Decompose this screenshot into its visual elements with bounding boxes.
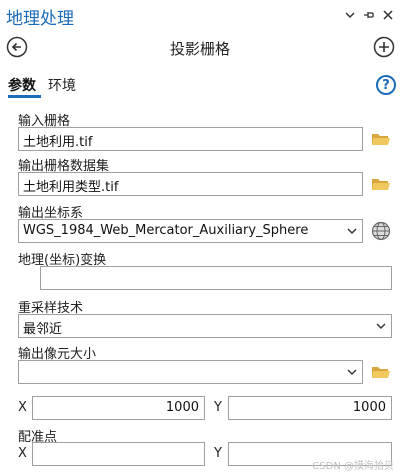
help-icon[interactable]: ?	[376, 75, 396, 95]
cell-size-x-value: 1000	[165, 400, 199, 415]
cell-size-dropdown[interactable]	[18, 360, 363, 384]
browse-output-dataset-button[interactable]	[371, 176, 391, 192]
cell-size-y-value: 1000	[352, 400, 386, 415]
coordinate-system-button[interactable]	[371, 221, 391, 241]
folder-icon	[372, 134, 390, 145]
chevron-down-icon	[347, 228, 357, 234]
browse-cell-size-button[interactable]	[371, 364, 391, 380]
tool-title: 投影栅格	[169, 40, 230, 58]
folder-icon	[372, 179, 390, 190]
tab-parameters[interactable]: 参数	[8, 75, 36, 95]
pin-icon[interactable]	[361, 7, 377, 23]
output-dataset-value: 土地利用类型.tif	[23, 180, 119, 195]
watermark: CSDN @摸海拾贝	[312, 461, 394, 472]
add-button[interactable]	[373, 36, 395, 58]
globe-icon	[371, 221, 391, 241]
cell-size-x-input[interactable]: 1000	[32, 396, 205, 420]
resampling-value: 最邻近	[23, 322, 63, 337]
folder-icon	[372, 367, 390, 378]
plus-icon	[373, 36, 395, 58]
cell-size-x-label: X	[18, 400, 27, 415]
geo-transform-field[interactable]	[40, 266, 392, 290]
chevron-down-icon	[347, 369, 357, 375]
resampling-dropdown[interactable]: 最邻近	[18, 314, 392, 338]
pane-menu-icon[interactable]	[342, 7, 358, 23]
registration-x-input[interactable]	[32, 442, 205, 466]
tab-environments[interactable]: 环境	[48, 75, 76, 95]
browse-input-raster-button[interactable]	[371, 131, 391, 147]
registration-y-label: Y	[214, 446, 222, 461]
output-crs-dropdown[interactable]: WGS_1984_Web_Mercator_Auxiliary_Sphere	[18, 219, 363, 243]
output-crs-value: WGS_1984_Web_Mercator_Auxiliary_Sphere	[23, 223, 309, 238]
input-raster-field[interactable]: 土地利用.tif	[18, 127, 363, 151]
pane-title: 地理处理	[6, 9, 74, 29]
chevron-down-icon	[376, 323, 386, 329]
input-raster-value: 土地利用.tif	[23, 135, 93, 150]
output-dataset-field[interactable]: 土地利用类型.tif	[18, 172, 363, 196]
tab-active-indicator	[8, 95, 41, 98]
pane-header: 地理处理	[0, 0, 400, 32]
close-icon[interactable]	[380, 7, 396, 23]
registration-x-label: X	[18, 446, 27, 461]
cell-size-y-input[interactable]: 1000	[228, 396, 392, 420]
cell-size-y-label: Y	[214, 400, 222, 415]
